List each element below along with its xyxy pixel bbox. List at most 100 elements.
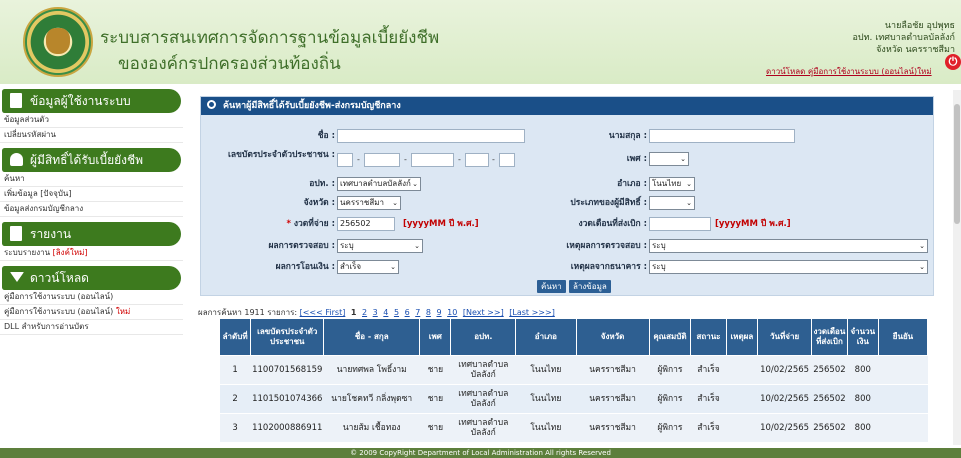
province-select[interactable]: นครราชสีมา ⌄ (337, 196, 401, 210)
table-cell (726, 413, 758, 443)
pay-period-label: * งวดที่จ่าย : (201, 215, 335, 233)
page-link[interactable]: 7 (415, 308, 420, 317)
page-link[interactable]: 2 (362, 308, 367, 317)
type-select[interactable]: ⌄ (649, 196, 695, 210)
last-name-label: นามสกุล : (608, 131, 647, 141)
row-province: จังหวัด : นครราชสีมา ⌄ ประเภทของผู้มีสิทธ… (201, 194, 933, 214)
check-result-select[interactable]: ระบุ ⌄ (337, 239, 423, 253)
clear-button[interactable]: ล้างข้อมูล (569, 280, 611, 293)
table-cell[interactable] (878, 384, 928, 414)
sidebar-item-change-password[interactable]: เปลี่ยนรหัสผ่าน (0, 128, 183, 143)
search-button[interactable]: ค้นหา (537, 280, 566, 293)
org-select[interactable]: เทศบาลตำบลบัลลังก์ ⌄ (337, 177, 421, 191)
logo-emblem (46, 28, 70, 54)
table-cell: นครราชสีมา (576, 384, 650, 414)
gender-select[interactable]: ⌄ (649, 152, 689, 166)
table-cell: โนนไทย (515, 413, 577, 443)
last-name-input[interactable] (649, 129, 795, 143)
table-header-row: ลำดับที่ เลขบัตรประจำตัวประชาชน ชื่อ - ส… (218, 318, 929, 356)
chevron-down-icon: ⌄ (686, 180, 692, 188)
table-cell: 10/02/2565 (757, 355, 812, 385)
table-row[interactable]: 3 1102000886911 นายส้ม เชื้อทอง ชาย เทศบ… (219, 413, 928, 443)
check-result-value: ระบุ (340, 241, 354, 250)
month-start-label: งวดเดือนที่ส่งเบิก : (578, 219, 647, 229)
pay-period-input[interactable]: 256502 (337, 217, 395, 231)
page-link[interactable]: 8 (426, 308, 431, 317)
sidebar-item-add[interactable]: เพิ่มข้อมูล [ปัจจุบัน] (0, 187, 183, 202)
table-cell: ผู้พิการ (649, 413, 691, 443)
id-card-label: เลขบัตรประจำตัวประชาชน : (228, 150, 335, 160)
month-start-input[interactable] (649, 217, 711, 231)
province-label: จังหวัด : (303, 198, 335, 208)
user-province: จังหวัด นครราชสีมา (876, 45, 955, 55)
col-header: วันที่จ่าย (756, 318, 813, 356)
sidebar-section-download: ดาวน์โหลด (2, 266, 181, 290)
page-link[interactable]: 6 (405, 308, 410, 317)
table-cell: 1 (219, 355, 251, 385)
sidebar-item-profile[interactable]: ข้อมูลส่วนตัว (0, 113, 183, 128)
page-link[interactable]: 5 (394, 308, 399, 317)
id-part-3[interactable] (411, 153, 454, 167)
col-header: อปท. (450, 318, 517, 356)
transfer-result-value: สำเร็จ (340, 262, 362, 271)
table-cell: สำเร็จ (690, 355, 727, 385)
table-row[interactable]: 2 1101501074366 นายโชคทวี กลิ่งพุดซา ชาย… (219, 384, 928, 414)
new-badge: ใหม่ (115, 307, 131, 316)
next-page-link[interactable]: [Next >>] (463, 308, 504, 317)
search-title-text: ค้นหาผู้มีสิทธิ์ได้รับเบี้ยยังชีพ-ส่งกรม… (223, 101, 401, 111)
sidebar-item-send-data[interactable]: ข้อมูลส่งกรมบัญชีกลาง (0, 202, 183, 217)
row-transfer: ผลการโอนเงิน : สำเร็จ ⌄ เหตุผลจากธนาคาร :… (201, 258, 933, 278)
id-part-2[interactable] (364, 153, 400, 167)
table-cell: เทศบาลตำบลบัลลังก์ (450, 413, 516, 443)
manual-download-link[interactable]: ดาวน์โหลด คู่มือการใช้งานระบบ (ออนไลน์)ใ… (766, 65, 932, 78)
page-link[interactable]: 3 (373, 308, 378, 317)
last-page-link[interactable]: [Last >>>] (509, 308, 555, 317)
row-id: เลขบัตรประจำตัวประชาชน : - - - - เพศ : ⌄ (201, 150, 933, 170)
district-select[interactable]: โนนไทย ⌄ (649, 177, 695, 191)
table-cell[interactable] (878, 413, 928, 443)
table-cell (726, 355, 758, 385)
sidebar-item-label: ค้นหา (4, 174, 25, 183)
col-header: สถานะ (690, 318, 727, 356)
transfer-result-select[interactable]: สำเร็จ ⌄ (337, 260, 399, 274)
sidebar-item-label: ข้อมูลส่วนตัว (4, 115, 49, 124)
first-name-input[interactable] (337, 129, 525, 143)
chevron-down-icon: ⌄ (686, 199, 692, 207)
bank-reason-select[interactable]: ระบุ ⌄ (649, 260, 928, 274)
org-label: อปท. : (309, 179, 335, 189)
page-link[interactable]: 9 (437, 308, 442, 317)
sidebar-item-report-system[interactable]: ระบบรายงาน [ลิงค์ใหม่] (0, 246, 183, 261)
first-page-link[interactable]: [<<< First] (300, 308, 346, 317)
col-header: จำนวนเงิน (846, 318, 879, 356)
table-cell: เทศบาลตำบลบัลลังก์ (450, 384, 516, 414)
page-link[interactable]: 10 (447, 308, 457, 317)
district-label: อำเภอ : (617, 179, 647, 189)
id-part-4[interactable] (465, 153, 489, 167)
table-cell: ผู้พิการ (649, 384, 691, 414)
table-cell: 800 (847, 384, 879, 414)
id-dash: - (492, 155, 495, 164)
table-cell[interactable] (878, 355, 928, 385)
sidebar-item-dll[interactable]: DLL สำหรับการอ่านบัตร (0, 320, 183, 335)
page-link[interactable]: 4 (383, 308, 388, 317)
download-icon (10, 272, 24, 282)
document-icon (10, 93, 22, 108)
power-icon[interactable]: ⏻ (945, 54, 961, 70)
id-part-5[interactable] (499, 153, 515, 167)
row-period: * งวดที่จ่าย : 256502 [yyyyMM ปี พ.ศ.] ง… (201, 215, 933, 235)
page-scrollbar[interactable] (953, 90, 961, 445)
id-dash: - (357, 155, 360, 164)
row-check: ผลการตรวจสอบ : ระบุ ⌄ เหตุผลการตรวจสอบ : … (201, 237, 933, 257)
table-cell: โนนไทย (515, 384, 577, 414)
sidebar-item-manual-online[interactable]: คู่มือการใช้งานระบบ (ออนไลน์) (0, 290, 183, 305)
check-reason-select[interactable]: ระบุ ⌄ (649, 239, 928, 253)
scrollbar-thumb[interactable] (954, 104, 960, 224)
table-row[interactable]: 1 1100701568159 นายทศพล โพธิ์งาม ชาย เทศ… (219, 355, 928, 385)
id-part-1[interactable] (337, 153, 353, 167)
sidebar-item-search[interactable]: ค้นหา (0, 172, 183, 187)
sidebar-section-beneficiary: ผู้มีสิทธิ์ได้รับเบี้ยยังชีพ (2, 148, 181, 172)
table-cell (726, 384, 758, 414)
chevron-down-icon: ⌄ (390, 263, 396, 271)
sidebar-item-manual-online-new[interactable]: คู่มือการใช้งานระบบ (ออนไลน์) ใหม่ (0, 305, 183, 320)
row-org: อปท. : เทศบาลตำบลบัลลังก์ ⌄ อำเภอ : โนนไท… (201, 175, 933, 195)
